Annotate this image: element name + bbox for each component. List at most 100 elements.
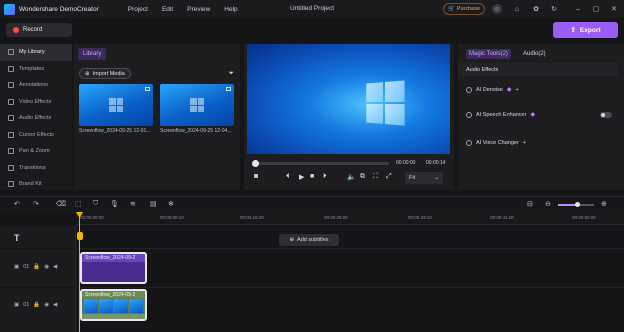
tab-magic-tools[interactable]: Magic Tools(2) bbox=[466, 49, 511, 59]
expand-icon[interactable]: ⤢ bbox=[386, 173, 392, 181]
speaker-icon[interactable]: ◀ bbox=[53, 264, 57, 270]
fit-select[interactable]: Fit ⌄ bbox=[405, 172, 443, 184]
freeze-icon[interactable]: ❄ bbox=[168, 200, 174, 208]
track-number: 01 bbox=[23, 302, 30, 308]
undo-icon[interactable]: ↶ bbox=[14, 200, 20, 208]
media-thumbnail[interactable] bbox=[79, 84, 153, 126]
add-icon[interactable]: + bbox=[523, 140, 526, 146]
windows-logo-icon bbox=[366, 80, 405, 126]
effect-ai-speech-enhancer[interactable]: AI Speech Enhancer ◆ bbox=[466, 111, 535, 118]
zoom-slider-knob[interactable] bbox=[575, 202, 580, 207]
gift-icon[interactable]: ✿ bbox=[531, 4, 541, 14]
ruler-label: 00:00:00:00 bbox=[80, 215, 104, 220]
purchase-button[interactable]: 🛒 Purchase bbox=[443, 3, 485, 15]
lock-icon[interactable]: 🔒 bbox=[33, 302, 40, 308]
play-icon[interactable]: ▶ bbox=[299, 173, 304, 181]
sidebar-item-label: Audio Effects bbox=[19, 115, 52, 122]
purchase-label: Purchase bbox=[456, 6, 481, 12]
text-track-icon: T bbox=[14, 233, 20, 243]
cursor-effects-icon bbox=[8, 131, 14, 138]
caption-icon[interactable]: ▤ bbox=[150, 200, 157, 208]
sidebar-item-annotations[interactable]: Annotations bbox=[0, 77, 72, 94]
sidebar-item-brand-kit[interactable]: Brand Kit bbox=[0, 176, 72, 190]
learn-icon[interactable]: ⌂ bbox=[512, 4, 522, 14]
record-button[interactable]: Record bbox=[6, 23, 72, 37]
fullscreen-icon[interactable]: ⛶ bbox=[373, 173, 378, 181]
crop-tool-icon[interactable]: ⬚ bbox=[75, 200, 82, 208]
timeline-clip-video[interactable]: Screenflow_2024-09-2 bbox=[80, 289, 147, 321]
close-icon[interactable]: ✕ bbox=[609, 4, 619, 14]
fit-timeline-icon[interactable]: ⊟ bbox=[527, 200, 533, 208]
denoise-icon bbox=[466, 86, 472, 93]
account-avatar-icon[interactable]: ☺ bbox=[492, 4, 502, 14]
minimize-icon[interactable]: – bbox=[573, 4, 583, 14]
stop-icon[interactable]: ■ bbox=[310, 173, 314, 180]
sidebar-item-video-effects[interactable]: Video Effects bbox=[0, 94, 72, 111]
menu-edit[interactable]: Edit bbox=[162, 6, 173, 13]
sidebar-item-label: Templates bbox=[19, 65, 45, 72]
volume-icon[interactable]: 🔈 bbox=[347, 173, 356, 181]
export-button[interactable]: ⇪ Export bbox=[553, 22, 618, 38]
sidebar-item-my-library[interactable]: My Library bbox=[0, 44, 72, 61]
app-logo-icon bbox=[4, 3, 15, 15]
track-divider bbox=[76, 248, 624, 249]
effect-ai-voice-changer[interactable]: AI Voice Changer + bbox=[466, 140, 526, 146]
effect-ai-denoise[interactable]: AI Denoise ◆ + bbox=[466, 86, 519, 93]
brand-kit-icon bbox=[8, 181, 14, 188]
eye-icon[interactable]: ◉ bbox=[44, 264, 49, 270]
timeline-ruler[interactable]: 00:00:00:00 00:00:08:10 00:00:16:20 00:0… bbox=[76, 213, 624, 225]
maximize-icon[interactable]: ▢ bbox=[591, 4, 601, 14]
sidebar-item-audio-effects[interactable]: Audio Effects bbox=[0, 110, 72, 127]
ruler-label: 00:00:16:20 bbox=[240, 215, 264, 220]
video-badge-icon bbox=[145, 87, 150, 91]
effect-label: AI Speech Enhancer bbox=[476, 111, 527, 118]
sidebar-item-transitions[interactable]: Transitions bbox=[0, 160, 72, 177]
sidebar-item-templates[interactable]: Templates bbox=[0, 61, 72, 78]
redo-icon[interactable]: ↷ bbox=[33, 200, 39, 208]
sidebar-item-pan-zoom[interactable]: Pan & Zoom bbox=[0, 143, 72, 160]
mic-icon[interactable]: 🎙 bbox=[110, 200, 119, 208]
fit-value: Fit bbox=[409, 175, 416, 181]
media-thumbnail[interactable] bbox=[160, 84, 234, 126]
add-icon[interactable]: + bbox=[516, 87, 519, 93]
track-controls: ▣ 01 🔒 ◉ ◀ bbox=[14, 264, 57, 270]
playhead-marker[interactable] bbox=[77, 232, 83, 240]
preview-scrubber[interactable] bbox=[252, 160, 389, 167]
sync-icon[interactable]: ↻ bbox=[549, 4, 559, 14]
timeline-clip-audio[interactable]: Screenflow_2024-09-2 bbox=[80, 252, 147, 284]
lock-icon[interactable]: 🔒 bbox=[33, 264, 40, 270]
clip-frames bbox=[82, 298, 145, 314]
playhead[interactable] bbox=[79, 213, 80, 332]
sidebar-item-label: Cursor Effects bbox=[19, 131, 54, 138]
crop-icon[interactable]: ⧉ bbox=[360, 173, 365, 181]
sidebar-item-label: Brand Kit bbox=[19, 181, 42, 188]
screenshot-icon[interactable]: ◙ bbox=[254, 173, 258, 180]
menu-preview[interactable]: Preview bbox=[187, 6, 210, 13]
eye-icon[interactable]: ◉ bbox=[44, 302, 49, 308]
tab-library[interactable]: Library bbox=[78, 48, 107, 60]
prev-frame-icon[interactable]: ⏴ bbox=[286, 173, 290, 181]
add-subtitles-button[interactable]: ⊕ Add subtitles bbox=[279, 234, 339, 246]
sidebar-item-cursor-effects[interactable]: Cursor Effects bbox=[0, 127, 72, 144]
menu-project[interactable]: Project bbox=[128, 6, 148, 13]
templates-icon bbox=[8, 65, 14, 72]
import-media-button[interactable]: ⊕ Import Media bbox=[79, 68, 131, 79]
properties-panel: Magic Tools(2) Audio(2) Audio Effects AI… bbox=[458, 44, 624, 190]
zoom-in-icon[interactable]: ⊕ bbox=[601, 200, 607, 208]
speed-icon[interactable]: ≋ bbox=[130, 200, 136, 208]
marker-icon[interactable]: ⛉ bbox=[93, 200, 98, 208]
next-frame-icon[interactable]: ⏵ bbox=[323, 173, 327, 181]
zoom-out-icon[interactable]: ⊖ bbox=[545, 200, 551, 208]
effect-label: AI Voice Changer bbox=[476, 140, 519, 146]
export-icon: ⇪ bbox=[570, 27, 576, 34]
video-badge-icon bbox=[226, 87, 231, 91]
tab-audio[interactable]: Audio(2) bbox=[520, 49, 549, 59]
menu-help[interactable]: Help bbox=[224, 6, 237, 13]
speaker-icon[interactable]: ◀ bbox=[53, 302, 57, 308]
filter-icon[interactable]: ⏷ bbox=[228, 70, 234, 78]
app-window: Wondershare DemoCreator Project Edit Pre… bbox=[0, 0, 624, 332]
speech-enhancer-icon bbox=[466, 111, 472, 118]
scrubber-knob[interactable] bbox=[252, 160, 259, 167]
speech-enhancer-toggle[interactable] bbox=[600, 112, 612, 118]
split-icon[interactable]: ⌫ bbox=[56, 200, 66, 208]
